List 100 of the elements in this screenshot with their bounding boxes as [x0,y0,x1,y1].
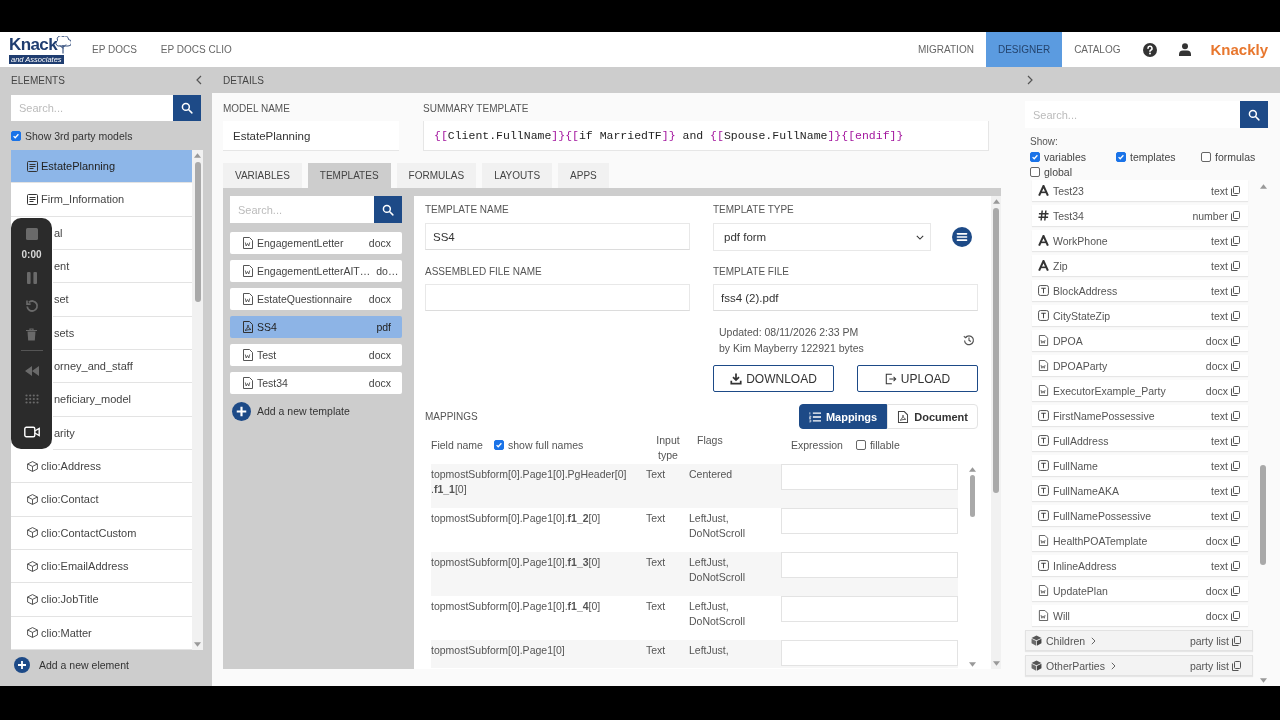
assembled-file-name-field[interactable] [425,284,690,311]
scroll-down-icon[interactable] [992,661,1000,666]
variable-item[interactable]: OtherParties party list [1025,655,1253,676]
variable-item[interactable]: FullAddress text [1032,430,1248,451]
tab[interactable]: LAYOUTS [482,163,553,188]
checkbox[interactable] [1030,167,1040,177]
template-type-select[interactable]: pdf form [713,223,931,251]
nav-link[interactable]: EP DOCS [80,32,149,67]
add-template-button[interactable]: Add a new template [232,401,350,421]
nav-link[interactable]: DESIGNER [985,32,1063,67]
search-button[interactable] [374,196,402,223]
history-icon[interactable] [963,334,975,346]
template-file-field[interactable]: fss4 (2).pdf [713,284,978,311]
scroll-up-icon[interactable] [194,153,201,158]
variable-item[interactable]: FullNameAKA text [1032,480,1248,501]
checkbox[interactable] [1116,152,1126,162]
element-item[interactable]: EstatePlanning [11,150,192,184]
scroll-up-icon[interactable] [992,199,1000,204]
template-item[interactable]: Test34 docx [230,372,402,394]
copy-icon[interactable] [1231,385,1240,396]
view-toggle-button[interactable]: Mappings [798,404,888,429]
tab[interactable]: TEMPLATES [307,163,391,188]
expression-field[interactable] [781,464,958,490]
copy-icon[interactable] [1231,235,1240,246]
copy-icon[interactable] [1232,635,1241,646]
copy-icon[interactable] [1231,510,1240,521]
nav-link[interactable]: MIGRATION [905,32,986,67]
variable-item[interactable]: UpdatePlan docx [1032,580,1248,601]
download-button[interactable]: DOWNLOAD [713,365,834,392]
tab[interactable]: APPS [558,163,609,188]
tab[interactable]: FORMULAS [396,163,477,188]
add-element-button[interactable]: Add a new element [14,652,129,678]
variable-item[interactable]: BlockAddress text [1032,280,1248,301]
scrollbar-thumb[interactable] [969,475,975,517]
template-item[interactable]: Test docx [230,344,402,366]
copy-icon[interactable] [1231,485,1240,496]
menu-icon[interactable] [952,227,972,247]
stop-icon[interactable] [25,228,38,240]
variable-item[interactable]: FullNamePossessive text [1032,505,1248,526]
scroll-down-icon[interactable] [194,642,201,647]
scrollbar-thumb[interactable] [993,208,999,493]
nav-link[interactable]: CATALOG [1062,32,1133,67]
variable-item[interactable]: Zip text [1032,255,1248,276]
copy-icon[interactable] [1231,210,1240,221]
copy-icon[interactable] [1231,435,1240,446]
search-field[interactable]: Search... [230,196,374,223]
search-field[interactable]: Search... [1025,101,1240,128]
scrollbar-thumb[interactable] [194,162,201,302]
variable-item[interactable]: CityStateZip text [1032,305,1248,326]
checkbox[interactable] [1030,152,1040,162]
checkbox[interactable] [855,440,866,450]
view-toggle-button[interactable]: Document [887,404,978,429]
expression-field[interactable] [781,640,958,666]
nav-link[interactable]: EP DOCS CLIO [148,32,244,67]
variable-item[interactable]: InlineAddress text [1032,555,1248,576]
variable-item[interactable]: FirstNamePossessive text [1032,405,1248,426]
copy-icon[interactable] [1231,560,1240,571]
template-item[interactable]: EngagementLetterAIT… do… [230,260,402,282]
template-item[interactable]: SS4 pdf [230,316,402,338]
help-icon[interactable] [1143,42,1158,57]
expression-field[interactable] [781,596,958,622]
copy-icon[interactable] [1231,585,1240,596]
template-name-field[interactable]: SS4 [425,223,690,250]
variable-item[interactable]: Test23 text [1032,180,1248,201]
scroll-down-icon[interactable] [1259,678,1267,683]
scrollbar[interactable] [968,467,976,667]
dot-grid-icon[interactable] [24,394,39,404]
variable-item[interactable]: Will docx [1032,605,1248,626]
copy-icon[interactable] [1231,310,1240,321]
tab[interactable]: VARIABLES [223,163,302,188]
checkbox[interactable] [493,440,504,450]
copy-icon[interactable] [1231,410,1240,421]
expression-field[interactable] [781,508,958,534]
variable-item[interactable]: DPOAParty docx [1032,355,1248,376]
variable-item[interactable]: FullName text [1032,455,1248,476]
copy-icon[interactable] [1231,460,1240,471]
checkbox[interactable] [1201,152,1211,162]
copy-icon[interactable] [1232,660,1241,671]
variable-item[interactable]: Test34 number [1032,205,1248,226]
scrollbar-thumb[interactable] [1260,465,1266,565]
variable-item[interactable]: Children party list [1025,630,1253,651]
camera-icon[interactable] [23,426,40,438]
template-item[interactable]: EstateQuestionnaire docx [230,288,402,310]
scrollbar[interactable] [192,150,203,650]
variable-item[interactable]: ExecutorExample_Party docx [1032,380,1248,401]
scrollbar[interactable] [991,196,1001,669]
copy-icon[interactable] [1231,535,1240,546]
pause-icon[interactable] [26,272,37,284]
checkbox[interactable] [11,131,21,141]
chevron-left-icon[interactable] [196,75,202,85]
copy-icon[interactable] [1231,360,1240,371]
search-button[interactable] [173,95,201,121]
chevron-right-icon[interactable] [1091,636,1097,645]
search-field[interactable]: Search... [11,95,173,121]
search-button[interactable] [1240,101,1268,128]
variable-item[interactable]: WorkPhone text [1032,230,1248,251]
scroll-down-icon[interactable] [968,662,976,667]
rewind-icon[interactable] [24,366,39,376]
copy-icon[interactable] [1231,285,1240,296]
chevron-right-icon[interactable] [1027,75,1033,85]
